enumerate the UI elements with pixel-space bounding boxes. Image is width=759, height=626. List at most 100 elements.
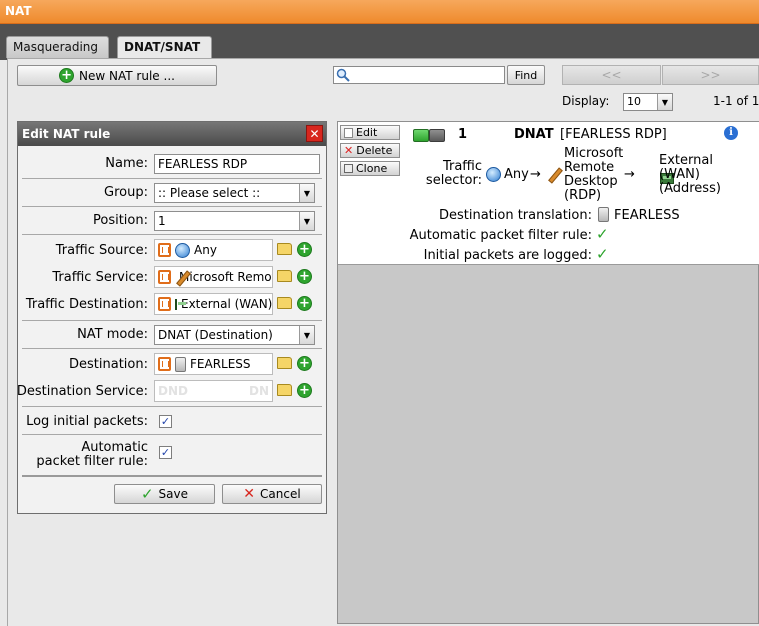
divider	[22, 234, 322, 235]
auto-filter-checkbox[interactable]: ✓	[159, 446, 172, 459]
table-row[interactable]: Edit ✕ Delete Clone 1 DNAT [FEARLESS RDP…	[338, 122, 759, 265]
edit-button[interactable]: Edit	[340, 125, 400, 140]
chevron-down-icon: ▼	[299, 326, 314, 344]
traffic-destination-field[interactable]: External (WAN) (Address)	[154, 293, 273, 315]
service-line: Desktop	[564, 174, 618, 189]
folder-icon[interactable]	[277, 297, 292, 309]
destination-line: (Address)	[659, 181, 721, 196]
traffic-destination-label: Traffic Destination:	[25, 297, 148, 312]
display-count-select[interactable]: 10 ▼	[623, 93, 673, 111]
traffic-source-field[interactable]: Any	[154, 239, 273, 261]
destination-field[interactable]: FEARLESS	[154, 353, 273, 375]
log-initial-packets-label: Log initial packets:	[26, 414, 148, 429]
add-icon[interactable]: +	[297, 383, 312, 398]
traffic-selector-label: Traffic selector:	[424, 160, 482, 188]
find-button[interactable]: Find	[507, 65, 545, 85]
destination-service-field[interactable]: DND DN	[154, 380, 273, 402]
cancel-button[interactable]: ✕ Cancel	[222, 484, 322, 504]
trash-icon[interactable]	[158, 243, 171, 257]
add-icon[interactable]: +	[297, 269, 312, 284]
rule-number: 1	[458, 127, 468, 142]
dialog-title: Edit NAT rule	[18, 122, 326, 146]
traffic-source-label: Traffic Source:	[55, 243, 148, 258]
selector-source: Any	[504, 167, 529, 182]
traffic-service-field[interactable]: Microsoft Remote Desktop (RDP)	[154, 266, 273, 288]
position-select-value: 1	[158, 214, 166, 228]
chevron-down-icon: ▼	[299, 212, 314, 230]
name-label: Name:	[105, 156, 148, 171]
tab-masquerading[interactable]: Masquerading	[6, 36, 109, 58]
destination-line: External	[659, 153, 713, 168]
traffic-selector-label-2: selector:	[425, 173, 482, 188]
service-icon	[547, 167, 562, 182]
position-select[interactable]: 1 ▼	[154, 211, 315, 231]
group-select-value: :: Please select ::	[158, 186, 261, 200]
folder-icon[interactable]	[277, 243, 292, 255]
nat-mode-select[interactable]: DNAT (Destination) ▼	[154, 325, 315, 345]
edit-nat-rule-dialog: Edit NAT rule ✕ Name: FEARLESS RDP Group…	[17, 121, 327, 514]
divider	[22, 206, 322, 207]
packets-logged-label: Initial packets are logged:	[423, 248, 592, 263]
pagination-range: 1-1 of 1	[713, 94, 759, 108]
close-icon[interactable]: ✕	[306, 125, 323, 142]
window-title: NAT	[0, 0, 759, 24]
service-line: Remote	[564, 160, 615, 175]
delete-icon: ✕	[344, 144, 354, 157]
save-button[interactable]: ✓ Save	[114, 484, 215, 504]
rule-list: Edit ✕ Delete Clone 1 DNAT [FEARLESS RDP…	[337, 121, 759, 624]
new-nat-rule-button[interactable]: + New NAT rule ...	[17, 65, 217, 86]
add-icon[interactable]: +	[297, 242, 312, 257]
edit-label: Edit	[356, 126, 378, 139]
host-icon	[598, 207, 609, 222]
auto-filter-label-2: packet filter rule:	[36, 454, 148, 469]
log-initial-packets-checkbox[interactable]: ✓	[159, 415, 172, 428]
add-icon[interactable]: +	[297, 356, 312, 371]
tab-dnat-snat[interactable]: DNAT/SNAT	[117, 36, 212, 59]
delete-button[interactable]: ✕ Delete	[340, 143, 400, 158]
folder-icon[interactable]	[277, 357, 292, 369]
info-icon[interactable]: i	[724, 126, 738, 140]
trash-icon[interactable]	[158, 357, 171, 371]
rule-name: [FEARLESS RDP]	[560, 127, 667, 142]
globe-icon	[175, 242, 190, 258]
group-select[interactable]: :: Please select :: ▼	[154, 183, 315, 203]
divider	[22, 475, 322, 477]
add-icon: +	[59, 68, 75, 83]
trash-icon[interactable]	[158, 270, 171, 284]
destination-line: (WAN)	[659, 167, 700, 182]
network-card-icon	[175, 298, 186, 310]
chevron-down-icon: ▼	[299, 184, 314, 202]
traffic-destination-value: External (WAN) (Address)	[181, 297, 273, 311]
cancel-label: Cancel	[260, 487, 301, 501]
dialog-title-text: Edit NAT rule	[22, 127, 111, 141]
host-icon	[175, 356, 186, 372]
folder-icon[interactable]	[277, 270, 292, 282]
divider	[22, 320, 322, 321]
auto-filter-label-1: Automatic	[81, 440, 148, 455]
search-icon	[336, 68, 350, 82]
display-label: Display:	[562, 94, 610, 108]
search-input[interactable]	[333, 66, 505, 84]
divider	[22, 434, 322, 435]
prev-page-button[interactable]: <<	[562, 65, 661, 85]
check-icon: ✓	[596, 225, 609, 243]
name-field[interactable]: FEARLESS RDP	[154, 154, 320, 174]
folder-icon[interactable]	[277, 384, 292, 396]
arrow-icon: →	[624, 167, 635, 182]
status-toggle-on[interactable]	[413, 129, 429, 142]
check-icon: ✓	[596, 245, 609, 263]
service-line: (RDP)	[564, 188, 602, 203]
auto-filter-rule-label: Automatic packet filter rule:	[409, 228, 592, 243]
clone-button[interactable]: Clone	[340, 161, 400, 176]
add-icon[interactable]: +	[297, 296, 312, 311]
traffic-source-value: Any	[194, 243, 217, 257]
next-page-button[interactable]: >>	[662, 65, 759, 85]
drop-zone-hint-2: DN	[248, 384, 269, 398]
position-label: Position:	[93, 213, 148, 228]
trash-icon[interactable]	[158, 297, 171, 311]
traffic-service-label: Traffic Service:	[52, 270, 148, 285]
service-line: Microsoft	[564, 146, 624, 161]
clone-label: Clone	[356, 162, 388, 175]
status-toggle-off[interactable]	[429, 129, 445, 142]
arrow-icon: →	[530, 167, 541, 182]
